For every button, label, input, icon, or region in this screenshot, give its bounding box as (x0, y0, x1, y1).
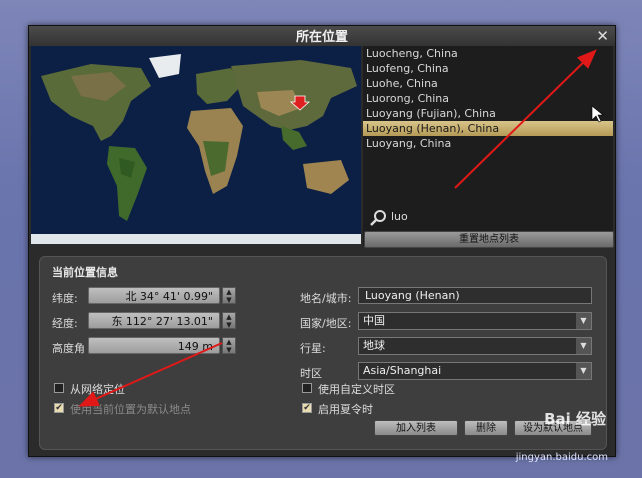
longitude-stepper[interactable]: ▲ ▼ (222, 312, 236, 329)
latitude-stepper[interactable]: ▲ ▼ (222, 287, 236, 304)
dst-label: 启用夏令时 (318, 403, 373, 416)
city-field[interactable]: Luoyang (Henan) (358, 287, 592, 304)
list-item[interactable]: Luohe, China (363, 76, 613, 91)
network-location-checkbox[interactable] (54, 383, 64, 393)
location-window: 所在位置 ✕ Luocheng, China Luofeng, China Lu… (28, 25, 616, 457)
watermark-url: jingyan.baidu.com (515, 452, 608, 463)
city-label: 地名/城市: (300, 292, 352, 305)
world-map[interactable] (31, 46, 361, 244)
longitude-label: 经度: (52, 317, 78, 330)
country-value: 中国 (363, 314, 385, 327)
country-select[interactable]: 中国 ▼ (358, 312, 592, 330)
add-to-list-button[interactable]: 加入列表 (374, 420, 458, 436)
timezone-value: Asia/Shanghai (363, 364, 442, 377)
default-location-label: 使用当前位置为默认地点 (70, 403, 191, 416)
altitude-label: 高度角 (52, 342, 85, 355)
latitude-field[interactable]: 北 34° 41' 0.99" (88, 287, 220, 304)
title-bar: 所在位置 ✕ (29, 26, 615, 46)
search-box[interactable]: luo (363, 206, 613, 228)
search-icon (370, 210, 386, 226)
altitude-stepper[interactable]: ▲ ▼ (222, 337, 236, 354)
latitude-label: 纬度: (52, 292, 78, 305)
planet-label: 行星: (300, 342, 326, 355)
search-input[interactable]: luo (391, 210, 408, 223)
chevron-down-icon: ▼ (576, 338, 591, 354)
watermark-brand: Bai 经验 (544, 410, 606, 428)
custom-timezone-label: 使用自定义时区 (318, 383, 395, 396)
altitude-field[interactable]: 149 m (88, 337, 220, 354)
list-item-selected[interactable]: Luoyang (Henan), China (363, 121, 613, 136)
window-title: 所在位置 (295, 30, 348, 45)
reset-list-button[interactable]: 重置地点列表 (364, 231, 614, 248)
dst-checkbox[interactable]: ✔ (302, 403, 312, 413)
timezone-label: 时区 (300, 367, 322, 380)
country-label: 国家/地区: (300, 317, 352, 330)
chevron-down-icon: ▼ (576, 313, 591, 329)
longitude-field[interactable]: 东 112° 27' 13.01" (88, 312, 220, 329)
current-location-panel: 当前位置信息 纬度: 北 34° 41' 0.99" ▲ ▼ 经度: 东 112°… (39, 256, 607, 450)
list-item[interactable]: Luocheng, China (363, 46, 613, 61)
chevron-down-icon: ▼ (576, 363, 591, 379)
world-map-image (31, 46, 361, 244)
default-location-checkbox[interactable]: ✔ (54, 403, 64, 413)
planet-value: 地球 (363, 339, 385, 352)
panel-title: 当前位置信息 (52, 266, 118, 279)
planet-select[interactable]: 地球 ▼ (358, 337, 592, 355)
timezone-select[interactable]: Asia/Shanghai ▼ (358, 362, 592, 380)
list-item[interactable]: Luofeng, China (363, 61, 613, 76)
custom-timezone-checkbox[interactable] (302, 383, 312, 393)
list-item[interactable]: Luorong, China (363, 91, 613, 106)
list-item[interactable]: Luoyang (Fujian), China (363, 106, 613, 121)
delete-button[interactable]: 删除 (464, 420, 508, 436)
list-item[interactable]: Luoyang, China (363, 136, 613, 151)
network-location-label: 从网络定位 (70, 383, 125, 396)
close-icon[interactable]: ✕ (596, 27, 609, 45)
